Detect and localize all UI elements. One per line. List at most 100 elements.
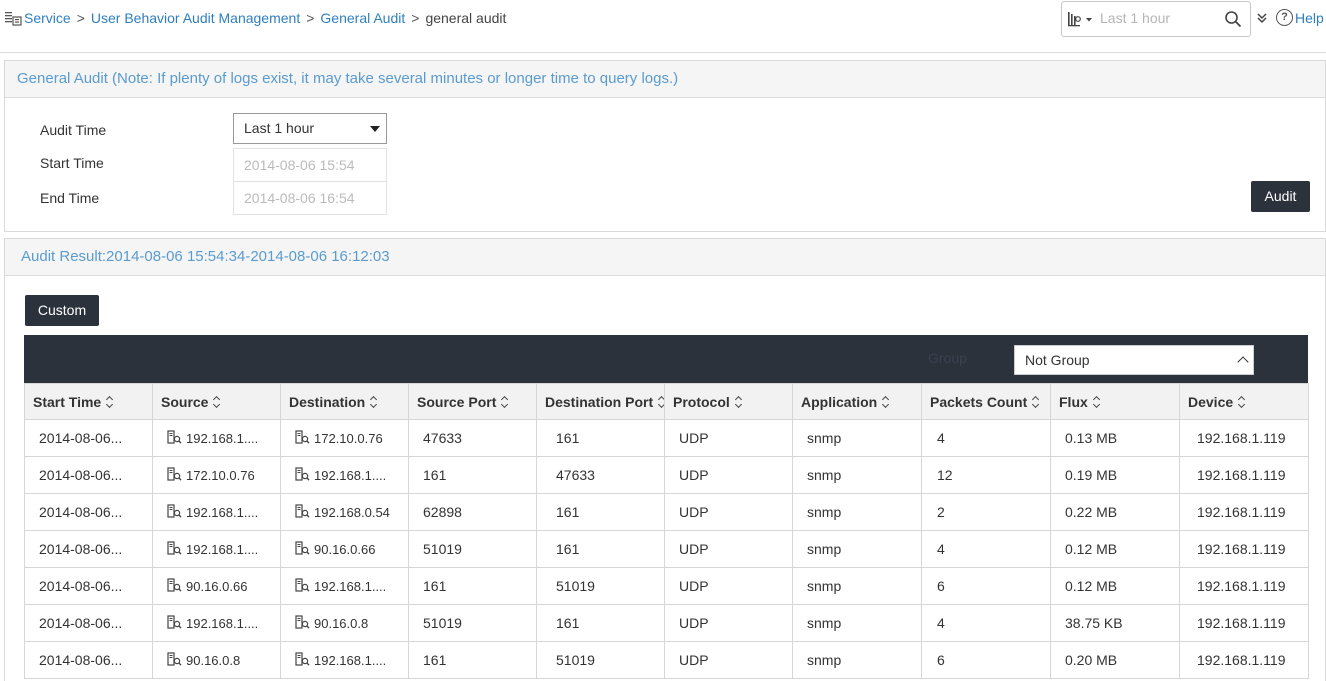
double-chevron-down-icon[interactable] — [1256, 11, 1268, 25]
cell-application: snmp — [792, 493, 922, 531]
start-time-label: Start Time — [40, 155, 104, 171]
cell-source[interactable]: 192.168.1.... — [152, 604, 281, 642]
host-search-icon[interactable] — [167, 430, 182, 445]
cell-destination[interactable]: 90.16.0.66 — [280, 530, 409, 568]
cell-destination-port: 161 — [536, 604, 665, 642]
col-label: Destination — [289, 393, 366, 410]
cell-packets-count: 6 — [921, 641, 1051, 679]
host-search-icon[interactable] — [167, 615, 182, 630]
col-source-port[interactable]: Source Port — [408, 383, 537, 420]
sort-icon[interactable] — [735, 396, 743, 408]
cell-start-time: 2014-08-06... — [24, 567, 153, 605]
sort-icon[interactable] — [1093, 396, 1101, 408]
host-search-icon[interactable] — [295, 652, 310, 667]
cell-destination[interactable]: 90.16.0.8 — [280, 604, 409, 642]
sort-icon[interactable] — [501, 396, 509, 408]
breadcrumb-service[interactable]: Service — [24, 10, 71, 26]
audit-result-panel: Audit Result:2014-08-06 15:54:34-2014-08… — [4, 238, 1326, 681]
cell-source[interactable]: 192.168.1.... — [152, 419, 281, 457]
cell-destination[interactable]: 172.10.0.76 — [280, 419, 409, 457]
table-row[interactable]: 2014-08-06... 192.168.1.... 90.16.0.8 51019… — [24, 604, 1309, 642]
col-application[interactable]: Application — [792, 383, 922, 420]
cell-start-time: 2014-08-06... — [24, 530, 153, 568]
chevron-up-icon — [1237, 356, 1249, 368]
cell-source-port: 51019 — [408, 604, 537, 642]
sort-icon[interactable] — [1032, 396, 1040, 408]
table-row[interactable]: 2014-08-06... 90.16.0.66 192.168.1.... 161 5… — [24, 567, 1309, 605]
cell-source[interactable]: 192.168.1.... — [152, 493, 281, 531]
host-search-icon[interactable] — [167, 541, 182, 556]
cell-device-text: 192.168.1.119 — [1197, 652, 1286, 668]
breadcrumb-user-behavior-audit[interactable]: User Behavior Audit Management — [91, 10, 300, 26]
col-flux[interactable]: Flux — [1050, 383, 1180, 420]
host-search-icon[interactable] — [295, 615, 310, 630]
col-protocol[interactable]: Protocol — [664, 383, 793, 420]
cell-source[interactable]: 90.16.0.66 — [152, 567, 281, 605]
host-search-icon[interactable] — [167, 652, 182, 667]
cell-source-port-text: 51019 — [423, 541, 462, 557]
cell-source[interactable]: 172.10.0.76 — [152, 456, 281, 494]
audit-button[interactable]: Audit — [1251, 181, 1310, 212]
cell-destination[interactable]: 192.168.1.... — [280, 456, 409, 494]
table-row[interactable]: 2014-08-06... 192.168.1.... 90.16.0.66 5101… — [24, 530, 1309, 568]
cell-source[interactable]: 192.168.1.... — [152, 530, 281, 568]
sort-icon[interactable] — [106, 396, 114, 408]
breadcrumb-separator: > — [306, 10, 315, 26]
col-source[interactable]: Source — [152, 383, 281, 420]
host-search-icon[interactable] — [295, 541, 310, 556]
table-row[interactable]: 2014-08-06... 90.16.0.8 192.168.1.... 161 51… — [24, 641, 1309, 679]
search-icon[interactable] — [1224, 10, 1242, 28]
host-search-icon[interactable] — [167, 467, 182, 482]
host-search-icon[interactable] — [295, 504, 310, 519]
cell-flux-text: 38.75 KB — [1065, 615, 1123, 631]
col-packets-count[interactable]: Packets Count — [921, 383, 1051, 420]
cell-packets-count: 6 — [921, 567, 1051, 605]
col-destination[interactable]: Destination — [280, 383, 409, 420]
col-device[interactable]: Device — [1179, 383, 1309, 420]
sort-icon[interactable] — [658, 396, 663, 408]
col-start-time[interactable]: Start Time — [24, 383, 153, 420]
top-bar: Service > User Behavior Audit Management… — [0, 0, 1326, 53]
cell-device-text: 192.168.1.119 — [1197, 578, 1286, 594]
host-search-icon[interactable] — [167, 504, 182, 519]
sort-icon[interactable] — [882, 396, 890, 408]
cell-device-text: 192.168.1.119 — [1197, 541, 1286, 557]
table-row[interactable]: 2014-08-06... 192.168.1.... 172.10.0.76 476… — [24, 419, 1309, 457]
group-select[interactable]: Not Group — [1014, 345, 1254, 375]
filter-dropdown-icon[interactable] — [1067, 11, 1093, 27]
host-search-icon[interactable] — [295, 430, 310, 445]
cell-source-text: 172.10.0.76 — [186, 468, 255, 483]
cell-destination[interactable]: 192.168.0.54 — [280, 493, 409, 531]
breadcrumb-general-audit[interactable]: General Audit — [320, 10, 405, 26]
cell-source-port-text: 51019 — [423, 615, 462, 631]
col-destination-port[interactable]: Destination Port — [536, 383, 665, 420]
cell-source[interactable]: 90.16.0.8 — [152, 641, 281, 679]
cell-destination-text: 172.10.0.76 — [314, 431, 383, 446]
table-row[interactable]: 2014-08-06... 172.10.0.76 192.168.1.... 161… — [24, 456, 1309, 494]
cell-start-time: 2014-08-06... — [24, 604, 153, 642]
host-search-icon[interactable] — [295, 578, 310, 593]
sort-icon[interactable] — [370, 396, 378, 408]
help-link[interactable]: ? Help — [1276, 9, 1324, 26]
group-value: Not Group — [1025, 352, 1090, 368]
cell-start-time: 2014-08-06... — [24, 419, 153, 457]
cell-destination[interactable]: 192.168.1.... — [280, 641, 409, 679]
cell-start-time-text: 2014-08-06... — [39, 430, 123, 446]
cell-destination-port: 51019 — [536, 641, 665, 679]
cell-flux: 0.12 MB — [1050, 530, 1180, 568]
search-input[interactable] — [1100, 4, 1216, 32]
col-label: Source Port — [417, 393, 497, 410]
sort-icon[interactable] — [1238, 396, 1246, 408]
cell-destination[interactable]: 192.168.1.... — [280, 567, 409, 605]
cell-device: 192.168.1.119 — [1179, 530, 1309, 568]
audit-time-value: Last 1 hour — [244, 120, 315, 136]
custom-button[interactable]: Custom — [25, 295, 99, 326]
table-row[interactable]: 2014-08-06... 192.168.1.... 192.168.0.54 62… — [24, 493, 1309, 531]
cell-protocol-text: UDP — [679, 467, 709, 483]
cell-flux-text: 0.19 MB — [1065, 467, 1118, 483]
sort-icon[interactable] — [213, 396, 221, 408]
cell-protocol: UDP — [664, 456, 793, 494]
host-search-icon[interactable] — [167, 578, 182, 593]
audit-time-select[interactable]: Last 1 hour — [233, 113, 387, 144]
host-search-icon[interactable] — [295, 467, 310, 482]
